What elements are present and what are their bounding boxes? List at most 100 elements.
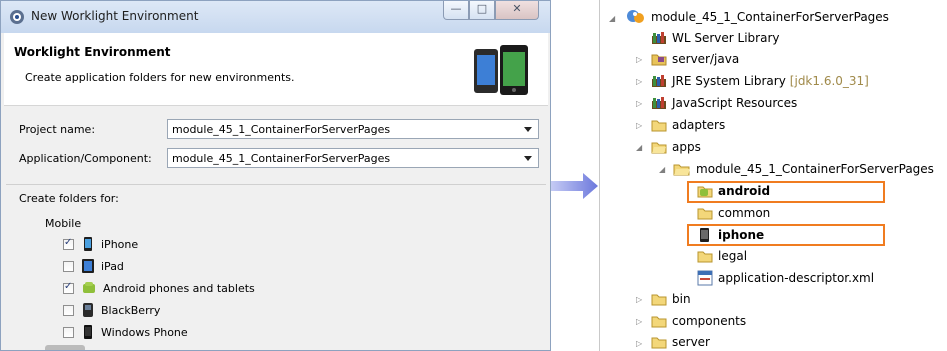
folder-open-icon xyxy=(651,142,667,154)
option-iphone[interactable]: iPhone xyxy=(63,235,138,253)
library-icon xyxy=(652,32,666,44)
option-android[interactable]: Android phones and tablets xyxy=(63,279,255,297)
option-ipad[interactable]: iPad xyxy=(63,257,124,275)
collapsed-twisty-icon[interactable]: ▷ xyxy=(636,55,642,64)
iphone-label: iPhone xyxy=(101,237,139,251)
tree-item-server-java[interactable]: server/java xyxy=(651,49,739,69)
tree-item-adapters[interactable]: adapters xyxy=(651,115,725,135)
tree-item-components[interactable]: components xyxy=(651,311,746,331)
tree-item-application-descriptor[interactable]: application-descriptor.xml xyxy=(697,268,874,288)
app-folder-label: module_45_1_ContainerForServerPages xyxy=(696,162,934,176)
folder-icon xyxy=(651,294,667,306)
iphone-checkbox[interactable] xyxy=(63,237,74,250)
expanded-twisty-icon[interactable]: ◢ xyxy=(659,165,665,174)
tree-item-iphone[interactable]: iphone xyxy=(697,225,764,245)
application-component-value: module_45_1_ContainerForServerPages xyxy=(172,152,391,165)
collapsed-twisty-icon[interactable]: ▷ xyxy=(636,295,642,304)
android-label: Android phones and tablets xyxy=(103,281,255,295)
application-descriptor-label: application-descriptor.xml xyxy=(718,271,875,285)
project-name-combo[interactable]: module_45_1_ContainerForServerPages xyxy=(167,119,539,139)
folder-icon xyxy=(651,120,667,132)
ipad-checkbox[interactable] xyxy=(63,260,74,272)
wl-server-library-label: WL Server Library xyxy=(672,31,780,45)
expanded-twisty-icon[interactable]: ◢ xyxy=(636,143,642,152)
tree-item-bin[interactable]: bin xyxy=(651,289,691,309)
bin-label: bin xyxy=(672,292,691,306)
ipad-label: iPad xyxy=(101,259,124,273)
minimize-button[interactable]: — xyxy=(443,1,469,20)
library-icon xyxy=(652,75,666,87)
worklight-app-icon xyxy=(10,10,24,24)
close-button[interactable]: ✕ xyxy=(495,1,539,20)
library-icon xyxy=(652,97,666,109)
blackberry-label: BlackBerry xyxy=(101,303,161,317)
collapsed-twisty-icon[interactable]: ▷ xyxy=(636,339,642,348)
legal-label: legal xyxy=(718,249,748,263)
android-icon xyxy=(83,282,95,293)
folder-open-icon xyxy=(673,164,690,176)
server-java-label: server/java xyxy=(672,52,740,66)
collapsed-twisty-icon[interactable]: ▷ xyxy=(636,317,642,326)
cut-off-group-label xyxy=(45,345,85,350)
tree-item-project[interactable]: module_45_1_ContainerForServerPages xyxy=(626,7,889,27)
close-icon: ✕ xyxy=(512,2,522,15)
windows-phone-icon xyxy=(84,325,92,339)
jre-version-label: [jdk1.6.0_31] xyxy=(789,74,869,88)
blackberry-checkbox[interactable] xyxy=(63,304,74,316)
worklight-project-icon xyxy=(627,10,644,23)
tree-item-server[interactable]: server xyxy=(651,332,710,351)
iphone-icon xyxy=(84,237,92,251)
project-name-value: module_45_1_ContainerForServerPages xyxy=(172,123,391,136)
android-checkbox[interactable] xyxy=(63,281,74,294)
ipad-icon xyxy=(82,259,94,273)
tree-item-android[interactable]: android xyxy=(697,181,770,201)
xml-file-icon xyxy=(697,270,713,286)
tree-item-app-folder[interactable]: module_45_1_ContainerForServerPages xyxy=(673,159,934,179)
javascript-resources-label: JavaScript Resources xyxy=(672,96,798,110)
iphone-icon xyxy=(700,228,709,242)
divider xyxy=(6,184,546,185)
maximize-icon: □ xyxy=(476,2,488,15)
android-folder-icon xyxy=(697,186,713,198)
chevron-down-icon xyxy=(524,127,532,132)
create-folders-label: Create folders for: xyxy=(19,192,119,205)
option-windows-phone[interactable]: Windows Phone xyxy=(63,323,188,341)
wizard-header-description: Create application folders for new envir… xyxy=(25,71,295,84)
mobile-group-label: Mobile xyxy=(45,217,82,230)
collapsed-twisty-icon[interactable]: ▷ xyxy=(636,99,642,108)
folder-icon xyxy=(697,208,713,220)
window-controls: — □ ✕ xyxy=(443,1,539,21)
application-component-combo[interactable]: module_45_1_ContainerForServerPages xyxy=(167,148,539,168)
windows-phone-checkbox[interactable] xyxy=(63,326,74,338)
chevron-down-icon xyxy=(524,156,532,161)
apps-label: apps xyxy=(672,140,701,154)
minimize-icon: — xyxy=(450,2,462,15)
project-explorer-tree: ◢ module_45_1_ContainerForServerPages WL… xyxy=(599,0,947,351)
project-name-label: Project name: xyxy=(19,123,96,136)
android-label: android xyxy=(718,184,771,198)
maximize-button[interactable]: □ xyxy=(469,1,495,20)
tree-item-legal[interactable]: legal xyxy=(697,246,747,266)
jre-system-library-label: JRE System Library xyxy=(672,74,786,88)
project-label: module_45_1_ContainerForServerPages xyxy=(651,10,889,24)
source-folder-icon xyxy=(651,54,667,66)
tree-item-common[interactable]: common xyxy=(697,203,770,223)
collapsed-twisty-icon[interactable]: ▷ xyxy=(636,121,642,130)
server-label: server xyxy=(672,335,710,349)
dialog-titlebar: New Worklight Environment — □ ✕ xyxy=(1,1,550,33)
tree-item-javascript-resources[interactable]: JavaScript Resources xyxy=(651,93,797,113)
new-worklight-environment-dialog: New Worklight Environment — □ ✕ Workligh… xyxy=(0,0,551,351)
wizard-header-title: Worklight Environment xyxy=(14,45,171,59)
common-label: common xyxy=(718,206,771,220)
tree-item-apps[interactable]: apps xyxy=(651,137,701,157)
components-label: components xyxy=(672,314,747,328)
option-blackberry[interactable]: BlackBerry xyxy=(63,301,160,319)
iphone-label: iphone xyxy=(718,228,765,242)
adapters-label: adapters xyxy=(672,118,726,132)
transition-arrow-icon xyxy=(551,173,598,199)
expanded-twisty-icon[interactable]: ◢ xyxy=(609,14,615,23)
tree-item-wl-server-library[interactable]: WL Server Library xyxy=(651,28,780,48)
tree-item-jre-system-library[interactable]: JRE System Library [jdk1.6.0_31] xyxy=(651,71,869,91)
collapsed-twisty-icon[interactable]: ▷ xyxy=(636,77,642,86)
windows-phone-label: Windows Phone xyxy=(101,325,188,339)
